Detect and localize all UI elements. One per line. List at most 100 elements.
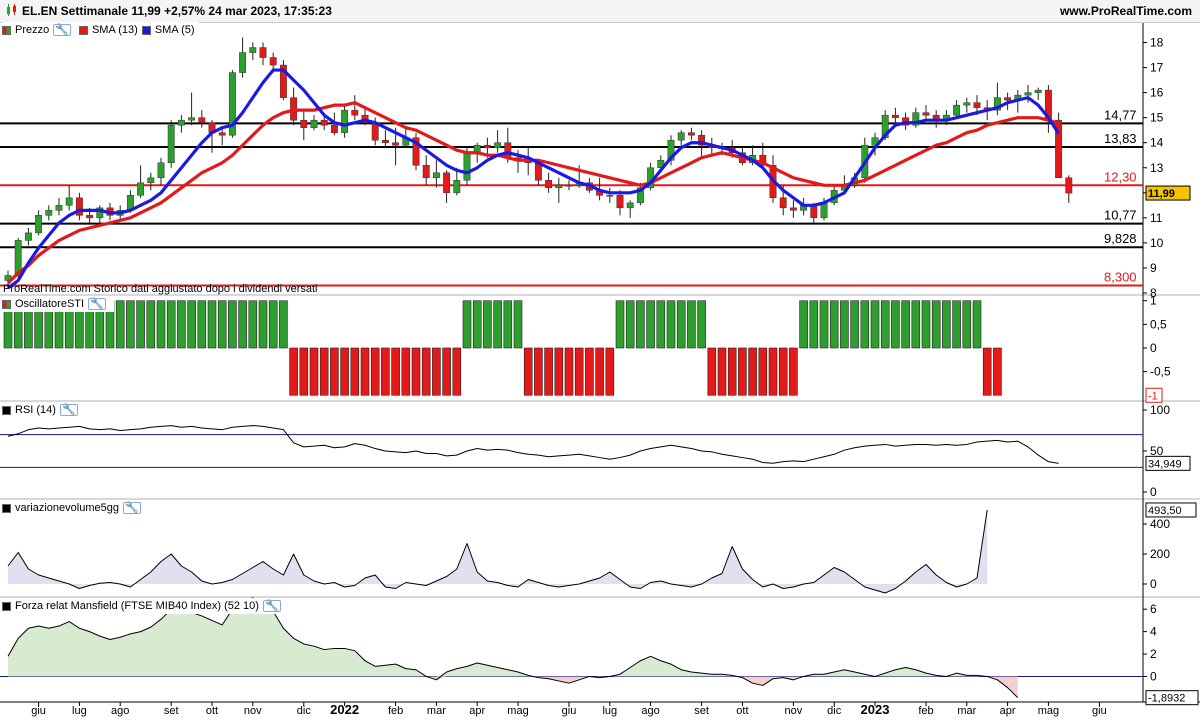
- sti-bar: [595, 347, 604, 396]
- sti-bar: [146, 300, 156, 349]
- x-axis-label: ott: [736, 705, 748, 717]
- candle: [24, 232, 32, 241]
- x-axis-label: ago: [111, 705, 129, 717]
- volume-axis-tick-label: 400: [1150, 517, 1170, 531]
- rsi-swatch: [2, 405, 11, 415]
- candle: [616, 195, 624, 209]
- sti-bar: [187, 300, 196, 349]
- mansfield-axis-tick-label: 2: [1150, 647, 1157, 661]
- volume-legend[interactable]: variazionevolume5gg 🔧: [2, 500, 149, 516]
- candle: [310, 119, 318, 128]
- candle: [820, 202, 828, 219]
- wrench-icon[interactable]: 🔧: [122, 502, 141, 514]
- price-swatch: [2, 25, 11, 35]
- x-axis-label: mag: [507, 705, 528, 717]
- rsi-legend-label: RSI (14): [15, 404, 56, 416]
- mansfield-legend[interactable]: Forza relat Mansfield (FTSE MIB40 Index)…: [2, 598, 289, 614]
- x-axis-label: mag: [1038, 705, 1059, 717]
- price-axis-tick-label: 14: [1150, 136, 1164, 150]
- sti-bar: [656, 300, 666, 349]
- wrench-icon[interactable]: 🔧: [262, 600, 281, 612]
- sti-bar: [962, 300, 972, 349]
- x-axis-label: ago: [641, 705, 659, 717]
- candle: [432, 172, 440, 179]
- sti-bar: [789, 347, 798, 396]
- wrench-icon[interactable]: 🔧: [88, 298, 106, 310]
- sti-bar: [156, 300, 166, 349]
- sti-bar: [676, 300, 686, 349]
- sti-bar: [931, 300, 941, 349]
- candle: [483, 144, 491, 148]
- sti-bar: [952, 300, 961, 349]
- x-axis-label: ott: [206, 705, 218, 717]
- candle: [565, 185, 573, 187]
- x-axis-label: feb: [388, 705, 403, 717]
- sti-bar: [350, 347, 360, 396]
- sti-legend[interactable]: OscillatoreSTI 🔧: [2, 296, 114, 312]
- sti-bar: [982, 347, 992, 396]
- sti-bar: [687, 300, 696, 349]
- candle: [167, 124, 175, 164]
- candle: [198, 117, 206, 123]
- sti-bar: [636, 300, 645, 349]
- candle: [157, 162, 165, 179]
- sti-bar: [748, 347, 757, 396]
- sti-bar: [197, 300, 207, 349]
- candle: [963, 102, 971, 106]
- sti-bar: [768, 347, 778, 396]
- sti-bar: [177, 300, 186, 349]
- sti-bar: [840, 300, 849, 349]
- sti-bar: [972, 300, 982, 349]
- x-axis-label: 2023: [861, 702, 890, 717]
- sti-bar: [493, 300, 502, 349]
- candle: [65, 197, 73, 206]
- price-axis-tick-label: 13: [1150, 161, 1164, 175]
- sti-bar: [452, 347, 462, 396]
- sti-bar: [809, 300, 819, 349]
- x-axis-label: nov: [785, 705, 803, 717]
- sti-bar: [442, 347, 451, 396]
- price-axis-tick-label: 17: [1150, 61, 1164, 75]
- sti-bar: [554, 347, 564, 396]
- wrench-icon[interactable]: 🔧: [53, 24, 71, 36]
- level-label: 9,828: [1104, 231, 1137, 246]
- mansfield-axis-tick-label: 0: [1150, 669, 1157, 683]
- sti-bar: [136, 300, 145, 349]
- volume-axis-tick-label: 200: [1150, 547, 1170, 561]
- candle: [789, 207, 797, 211]
- candle: [626, 202, 634, 209]
- sti-bar: [166, 300, 176, 349]
- candle: [443, 172, 451, 194]
- sti-bar: [309, 347, 319, 396]
- sti-bar: [758, 347, 768, 396]
- rsi-legend[interactable]: RSI (14) 🔧: [2, 402, 86, 418]
- candle: [504, 142, 512, 158]
- price-axis-tick-label: 16: [1150, 86, 1164, 100]
- site-link[interactable]: www.ProRealTime.com: [1060, 4, 1192, 18]
- wrench-icon[interactable]: 🔧: [59, 404, 78, 416]
- sti-bar: [115, 300, 125, 349]
- candle: [86, 215, 94, 219]
- sti-bar: [697, 300, 706, 349]
- candle: [249, 47, 257, 53]
- level-label: 8,300: [1104, 269, 1137, 284]
- sti-bar: [472, 300, 482, 349]
- level-label: 13,83: [1104, 131, 1137, 146]
- sti-value-tag: -1: [1148, 390, 1158, 402]
- candle: [973, 102, 981, 108]
- candle: [545, 180, 553, 189]
- rsi-axis-tick-label: 0: [1150, 485, 1157, 499]
- candle: [463, 152, 471, 181]
- sti-bar: [921, 300, 931, 349]
- x-axis-label: giu: [31, 705, 46, 717]
- sti-bar: [289, 347, 298, 396]
- candle: [677, 132, 685, 141]
- candle: [453, 180, 461, 194]
- candle: [351, 109, 359, 116]
- price-legend[interactable]: Prezzo 🔧 SMA (13) SMA (5): [2, 22, 199, 38]
- sti-bar: [738, 347, 747, 396]
- sti-bar: [268, 300, 278, 349]
- sti-bar: [432, 347, 441, 396]
- sti-bar: [625, 300, 635, 349]
- candle: [55, 205, 63, 211]
